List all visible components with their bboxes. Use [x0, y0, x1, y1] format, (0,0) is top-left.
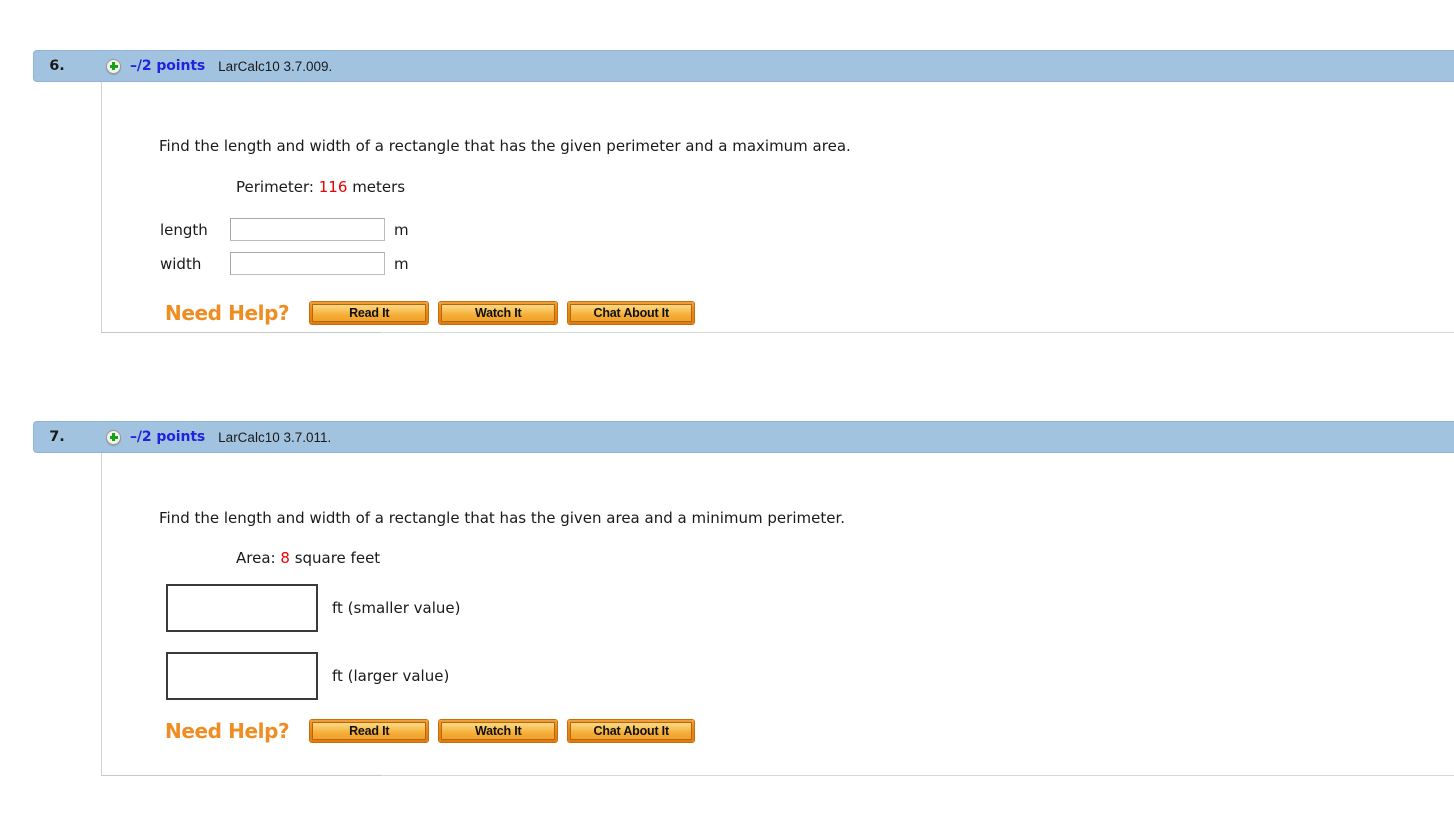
length-field-row: length m: [160, 218, 409, 241]
read-it-button-label: Read It: [349, 306, 390, 320]
larger-value-input[interactable]: [166, 652, 318, 700]
larger-value-unit: ft (larger value): [332, 667, 450, 685]
watch-it-button-label: Watch It: [474, 724, 522, 738]
given-label: Perimeter:: [236, 178, 314, 196]
plus-circle-icon[interactable]: [106, 429, 121, 445]
question-header-7: 7. –/2 points LarCalc10 3.7.011.: [33, 421, 1454, 453]
width-label: width: [160, 254, 202, 273]
need-help-section: Need Help? Read It Watch It Chat About I…: [165, 301, 705, 325]
watch-it-button[interactable]: Watch It: [439, 720, 558, 742]
chat-about-it-button-label: Chat About It: [593, 724, 670, 738]
need-help-section: Need Help? Read It Watch It Chat About I…: [165, 719, 705, 743]
plus-circle-icon[interactable]: [106, 58, 121, 74]
smaller-value-unit: ft (smaller value): [332, 599, 461, 617]
given-unit: meters: [352, 178, 406, 196]
chat-about-it-button[interactable]: Chat About It: [568, 720, 695, 742]
given-label: Area:: [236, 549, 276, 567]
question-number: 6.: [49, 58, 65, 74]
chat-about-it-button-label: Chat About It: [593, 306, 670, 320]
read-it-button[interactable]: Read It: [310, 720, 429, 742]
length-unit: m: [394, 220, 409, 239]
question-prompt: Find the length and width of a rectangle…: [159, 509, 846, 527]
larger-value-field-row: ft (larger value): [166, 652, 449, 700]
length-label: length: [160, 220, 208, 239]
question-block-7: 7. –/2 points LarCalc10 3.7.011. Find th…: [33, 421, 1454, 776]
need-help-label: Need Help?: [165, 301, 290, 325]
width-unit: m: [394, 254, 409, 273]
given-value: 116: [318, 178, 348, 196]
question-body-6: Find the length and width of a rectangle…: [101, 82, 1454, 333]
smaller-value-input[interactable]: [166, 584, 318, 632]
chat-about-it-button[interactable]: Chat About It: [568, 302, 695, 324]
read-it-button-label: Read It: [349, 724, 390, 738]
need-help-label: Need Help?: [165, 719, 290, 743]
given-value-line: Area: 8 square feet: [236, 549, 380, 567]
width-field-row: width m: [160, 252, 409, 275]
smaller-value-field-row: ft (smaller value): [166, 584, 460, 632]
given-value-line: Perimeter: 116 meters: [236, 178, 405, 196]
length-input[interactable]: [230, 218, 385, 241]
question-number: 7.: [49, 429, 65, 445]
question-prompt: Find the length and width of a rectangle…: [159, 137, 851, 155]
given-value: 8: [280, 549, 290, 567]
watch-it-button[interactable]: Watch It: [439, 302, 558, 324]
given-unit: square feet: [294, 549, 381, 567]
question-reference: LarCalc10 3.7.011.: [218, 429, 332, 445]
read-it-button[interactable]: Read It: [310, 302, 429, 324]
question-points: –/2 points: [130, 429, 206, 445]
width-input[interactable]: [230, 252, 385, 275]
question-header-6: 6. –/2 points LarCalc10 3.7.009.: [33, 50, 1454, 82]
question-body-7: Find the length and width of a rectangle…: [101, 453, 1454, 776]
question-reference: LarCalc10 3.7.009.: [218, 58, 333, 74]
question-points: –/2 points: [130, 58, 206, 74]
watch-it-button-label: Watch It: [474, 306, 522, 320]
question-block-6: 6. –/2 points LarCalc10 3.7.009. Find th…: [33, 50, 1454, 333]
